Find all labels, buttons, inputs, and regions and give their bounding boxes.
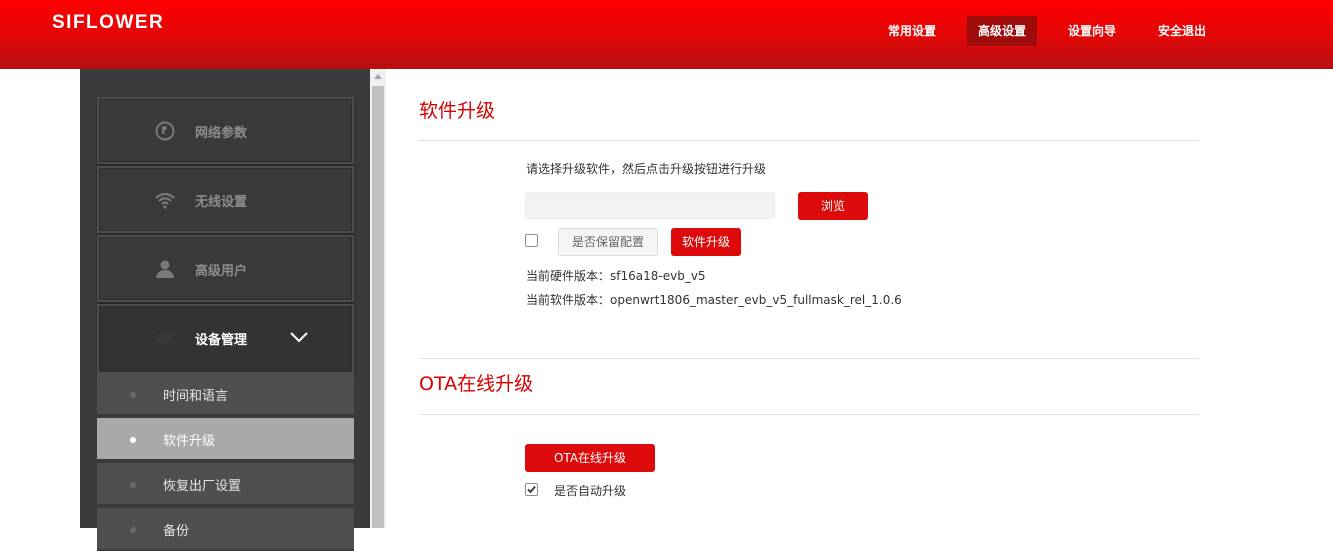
keep-config-checkbox[interactable] (525, 234, 538, 247)
sidebar-subitem-label: 时间和语言 (163, 389, 229, 404)
ota-section-title: OTA在线升级 (419, 373, 534, 395)
sidebar-subitem-backup[interactable]: 备份 (97, 508, 354, 551)
sidebar-item-wireless[interactable]: 无线设置 (97, 166, 354, 233)
hardware-version-value: sf16a18-evb_v5 (610, 269, 706, 283)
sidebar-item-device-management[interactable]: 设备管理 (97, 304, 354, 374)
sidebar-subitem-time-language[interactable]: 时间和语言 (97, 373, 354, 416)
sidebar-item-label: 高级用户 (195, 264, 248, 279)
device-icon (157, 333, 173, 343)
divider (419, 358, 1199, 359)
user-icon (156, 260, 174, 278)
sidebar-item-label: 设备管理 (195, 333, 248, 348)
wifi-icon (155, 192, 175, 209)
nav-logout[interactable]: 安全退出 (1147, 16, 1217, 46)
sidebar-item-label: 网络参数 (195, 126, 248, 141)
nav-common-settings[interactable]: 常用设置 (877, 16, 947, 46)
sidebar-item-advanced-user[interactable]: 高级用户 (97, 235, 354, 302)
divider (419, 414, 1199, 415)
chevron-down-icon[interactable] (289, 330, 309, 344)
divider (419, 140, 1199, 141)
hardware-version-row: 当前硬件版本：sf16a18-evb_v5 (526, 267, 706, 284)
auto-upgrade-label: 是否自动升级 (554, 484, 627, 498)
bullet-icon (130, 437, 136, 443)
nav-advanced-settings[interactable]: 高级设置 (967, 16, 1038, 46)
software-upgrade-button[interactable]: 软件升级 (671, 228, 741, 256)
sidebar-subitem-software-upgrade[interactable]: 软件升级 (97, 418, 354, 461)
upgrade-section-title: 软件升级 (419, 100, 496, 122)
software-version-value: openwrt1806_master_evb_v5_fullmask_rel_1… (610, 293, 902, 307)
upgrade-instruction: 请选择升级软件，然后点击升级按钮进行升级 (526, 162, 767, 176)
nav-setup-wizard[interactable]: 设置向导 (1057, 16, 1127, 46)
sidebar-subitem-label: 软件升级 (163, 434, 216, 449)
globe-icon (155, 121, 175, 141)
browse-button[interactable]: 浏览 (798, 192, 868, 220)
sidebar-subitem-factory-reset[interactable]: 恢复出厂设置 (97, 463, 354, 506)
software-version-label: 当前软件版本： (526, 293, 611, 307)
checkmark-icon (527, 485, 536, 494)
bullet-icon (130, 482, 136, 488)
hardware-version-label: 当前硬件版本： (526, 269, 611, 283)
software-version-row: 当前软件版本：openwrt1806_master_evb_v5_fullmas… (526, 291, 902, 308)
sidebar: 网络参数 无线设置 高级用户 设备管理 时间和语言 软件升级 恢复出厂设置 备份 (80, 69, 370, 551)
firmware-file-input[interactable] (525, 192, 775, 219)
sidebar-subitem-label: 恢复出厂设置 (163, 479, 242, 494)
scroll-up-arrow-icon[interactable] (370, 69, 386, 85)
bullet-icon (130, 392, 136, 398)
top-header: SIFLOWER 常用设置 高级设置 设置向导 安全退出 (0, 0, 1333, 69)
sidebar-item-network[interactable]: 网络参数 (97, 97, 354, 164)
sidebar-scrollbar[interactable] (370, 69, 386, 528)
auto-upgrade-checkbox[interactable] (525, 483, 538, 496)
keep-config-button[interactable]: 是否保留配置 (558, 228, 658, 256)
sidebar-subitem-label: 备份 (163, 524, 190, 539)
sidebar-item-label: 无线设置 (195, 195, 248, 210)
ota-upgrade-button[interactable]: OTA在线升级 (525, 444, 655, 472)
scrollbar-thumb[interactable] (372, 86, 384, 528)
siflower-logo: SIFLOWER (52, 12, 165, 33)
